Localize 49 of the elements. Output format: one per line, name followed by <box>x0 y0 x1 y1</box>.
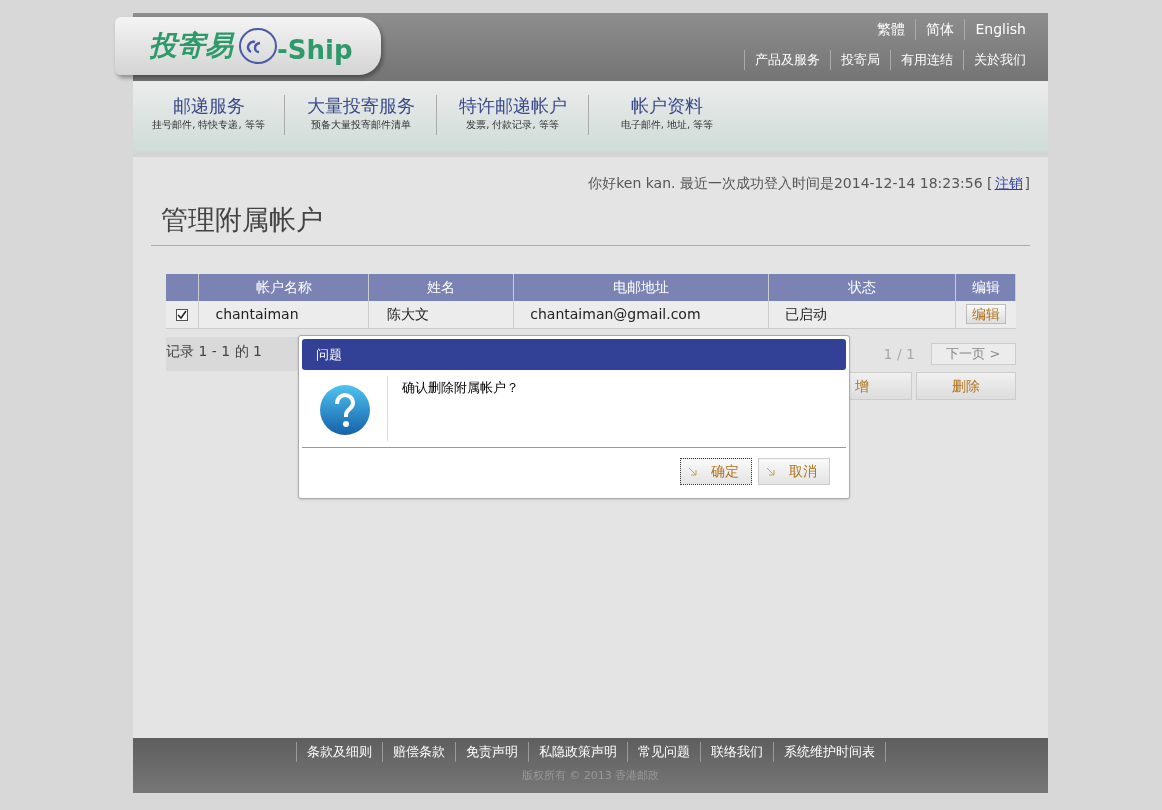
header-link[interactable]: 关於我们 <box>963 50 1036 70</box>
dialog-message: 确认删除附属帐户？ <box>402 379 519 397</box>
nav-menu-item[interactable]: 邮递服务 <box>172 95 245 117</box>
arrow-icon <box>689 467 697 476</box>
footer-link[interactable]: 免责声明 <box>455 742 529 762</box>
footer-link[interactable]: 联络我们 <box>700 742 774 762</box>
logo-text: 投寄易 <box>149 28 233 64</box>
footer-link[interactable]: 系统维护时间表 <box>773 742 886 762</box>
footer-link[interactable]: 赔偿条款 <box>382 742 456 762</box>
edit-button[interactable]: 编辑 <box>965 303 1006 324</box>
checkbox[interactable] <box>176 308 189 321</box>
action-button[interactable]: 删除 <box>916 372 1016 400</box>
nav-subtitle: 挂号邮件, 特快专递, 等等 <box>152 118 265 132</box>
language-link[interactable]: English <box>964 19 1036 40</box>
header-link[interactable]: 有用连结 <box>890 50 963 70</box>
dialog-title-bar: 问题 <box>302 339 846 370</box>
column-header: 电邮地址 <box>513 273 769 301</box>
table-cell: 陈大文 <box>368 300 514 329</box>
footer-link[interactable]: 条款及细则 <box>296 742 383 762</box>
nav-subtitle: 电子邮件, 地址, 等等 <box>620 118 714 132</box>
question-icon <box>318 384 371 436</box>
bracket-text: ] <box>1024 174 1030 193</box>
footer-link[interactable]: 私隐政策声明 <box>528 742 628 762</box>
logo-text: -Ship <box>277 33 353 67</box>
nav-subtitle: 发票, 付款记录, 等等 <box>466 118 559 132</box>
page-indicator: 1 / 1 <box>883 344 915 364</box>
nav-menu-item[interactable]: 特许邮递帐户 <box>458 95 567 117</box>
footer-link[interactable]: 常见问题 <box>627 742 701 762</box>
nav-menu-item[interactable]: 大量投寄服务 <box>306 95 415 117</box>
greeting-text: 你好ken kan. 最近一次成功登入时间是2014-12-14 18:23:56 [ <box>588 174 993 193</box>
table-cell: 已启动 <box>768 300 956 329</box>
header-link[interactable]: 投寄局 <box>830 50 890 70</box>
nav-menu-item[interactable]: 帐户资料 <box>631 95 703 117</box>
logo[interactable]: 投寄易 -Ship <box>115 17 381 75</box>
column-header: 姓名 <box>368 273 514 301</box>
table-cell: chantaiman <box>198 300 369 329</box>
column-header: 状态 <box>768 273 956 301</box>
column-header: 帐户名称 <box>198 273 369 301</box>
language-link[interactable]: 繁體 <box>867 19 916 40</box>
dialog-button[interactable]: 确定 <box>680 458 752 485</box>
dialog-button[interactable]: 取消 <box>758 458 830 485</box>
nav-subtitle: 预备大量投寄邮件清单 <box>310 118 411 132</box>
table-cell: chantaiman@gmail.com <box>513 300 769 329</box>
language-link[interactable]: 简体 <box>915 19 965 40</box>
column-header: 编辑 <box>955 273 1016 301</box>
header-link[interactable]: 产品及服务 <box>744 50 830 70</box>
arrow-icon <box>767 467 775 476</box>
page-title: 管理附属帐户 <box>161 203 324 237</box>
logout-link[interactable]: 注销 <box>994 173 1023 194</box>
